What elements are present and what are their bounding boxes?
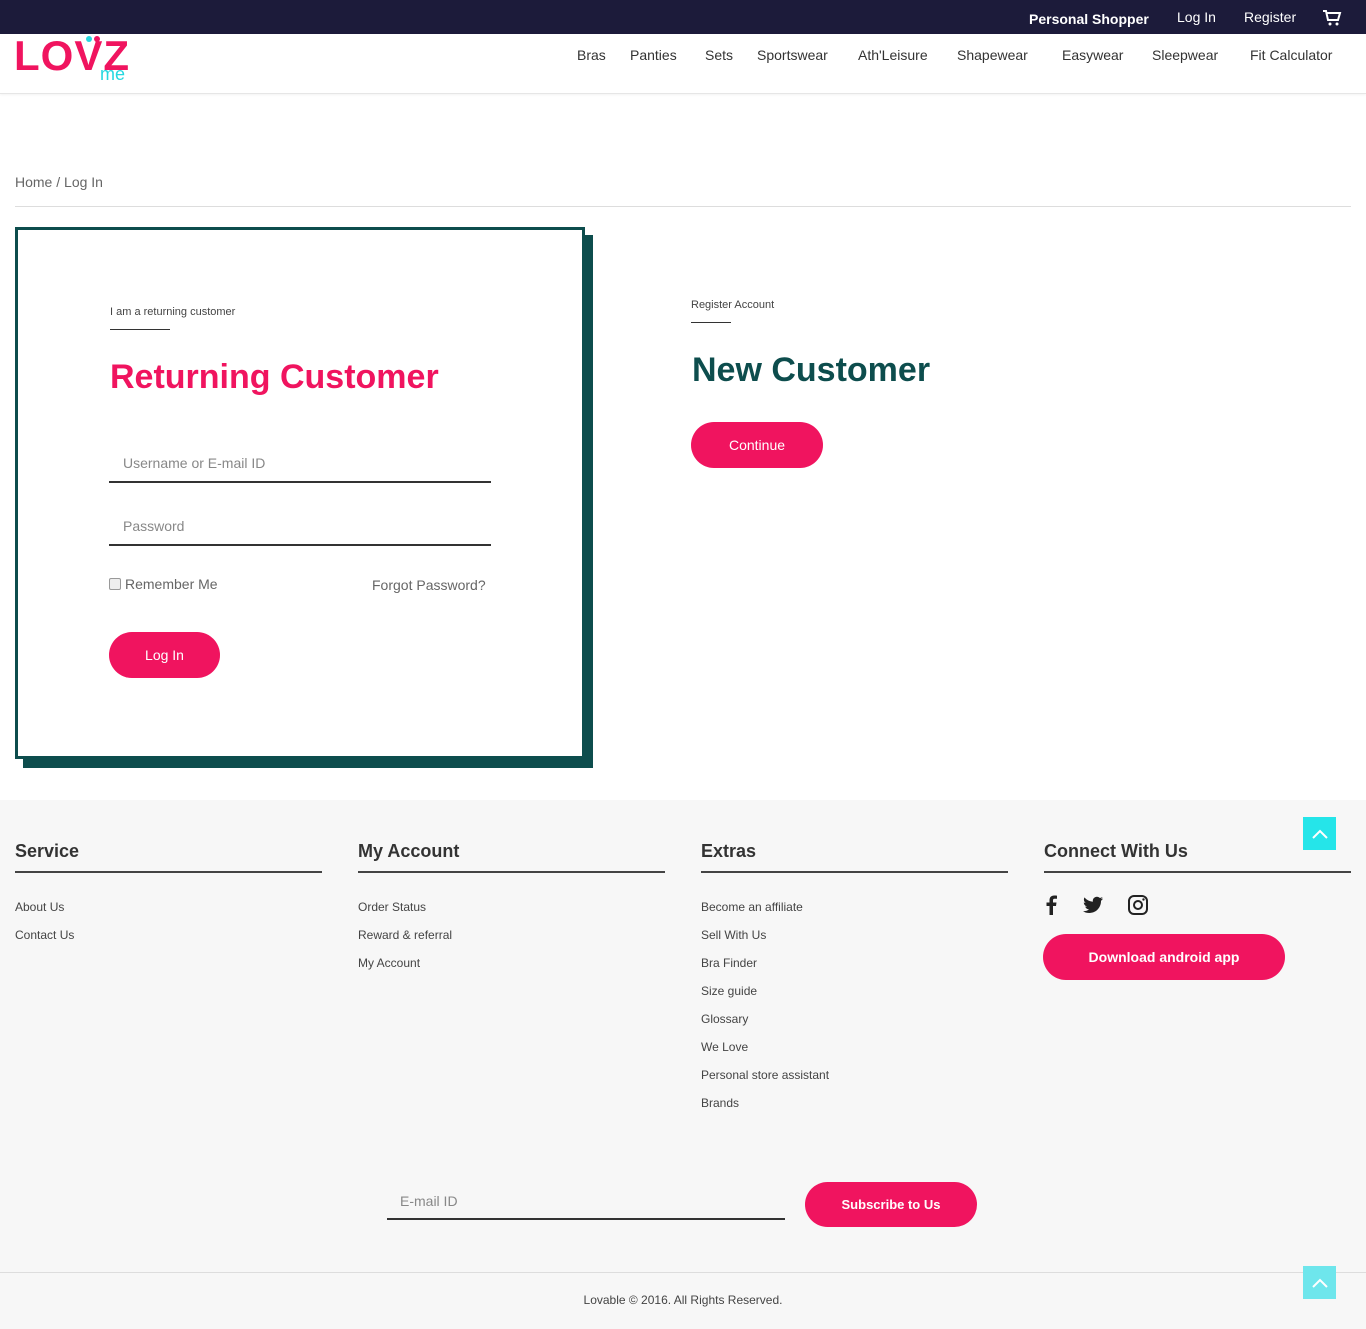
breadcrumb-home[interactable]: Home xyxy=(15,174,52,190)
nav-easywear[interactable]: Easywear xyxy=(1062,47,1123,63)
remember-me-label: Remember Me xyxy=(125,576,218,592)
username-input[interactable] xyxy=(109,445,491,483)
logo-dot-pink xyxy=(94,36,100,42)
breadcrumb-separator: / xyxy=(52,174,65,190)
nav-panties[interactable]: Panties xyxy=(630,47,677,63)
nav-shapewear[interactable]: Shapewear xyxy=(957,47,1028,63)
returning-label: I am a returning customer xyxy=(110,306,236,318)
register-label-underline xyxy=(691,322,731,323)
footer-service-divider xyxy=(15,871,322,873)
scroll-top-button[interactable] xyxy=(1303,817,1336,850)
chevron-up-icon xyxy=(1311,1278,1328,1288)
new-customer-title: New Customer xyxy=(692,351,931,389)
chevron-up-icon xyxy=(1311,829,1328,839)
personal-shopper-link[interactable]: Personal Shopper xyxy=(1029,11,1149,27)
remember-me-checkbox[interactable] xyxy=(109,578,121,590)
footer-contact-link[interactable]: Contact Us xyxy=(15,928,74,942)
logo-dot-cyan xyxy=(86,36,92,42)
breadcrumb: Home / Log In xyxy=(15,174,103,190)
footer-bottom-divider xyxy=(0,1272,1366,1273)
top-login-link[interactable]: Log In xyxy=(1177,9,1216,25)
footer-about-link[interactable]: About Us xyxy=(15,900,64,914)
instagram-icon[interactable] xyxy=(1126,893,1150,917)
login-box xyxy=(15,227,585,759)
footer-account-title: My Account xyxy=(358,841,460,861)
register-label: Register Account xyxy=(691,299,775,311)
footer-store-assistant-link[interactable]: Personal store assistant xyxy=(701,1068,829,1082)
returning-title: Returning Customer xyxy=(110,358,439,396)
footer-bra-finder-link[interactable]: Bra Finder xyxy=(701,956,757,970)
footer-sell-link[interactable]: Sell With Us xyxy=(701,928,766,942)
newsletter-email-input[interactable] xyxy=(387,1184,785,1220)
footer-affiliate-link[interactable]: Become an affiliate xyxy=(701,900,803,914)
nav-bras[interactable]: Bras xyxy=(577,47,606,63)
cart-icon[interactable] xyxy=(1322,9,1342,27)
twitter-icon[interactable] xyxy=(1081,893,1105,917)
footer-glossary-link[interactable]: Glossary xyxy=(701,1012,748,1026)
footer-connect-divider xyxy=(1044,871,1351,873)
breadcrumb-divider xyxy=(15,206,1351,207)
top-bar: Personal Shopper Log In Register xyxy=(0,0,1366,34)
scroll-top-button-bottom[interactable] xyxy=(1303,1266,1336,1299)
footer-order-status-link[interactable]: Order Status xyxy=(358,900,426,914)
footer-account-divider xyxy=(358,871,665,873)
nav-sleepwear[interactable]: Sleepwear xyxy=(1152,47,1218,63)
nav-sportswear[interactable]: Sportswear xyxy=(757,47,828,63)
footer-size-guide-link[interactable]: Size guide xyxy=(701,984,757,998)
forgot-password-link[interactable]: Forgot Password? xyxy=(372,577,486,593)
footer-we-love-link[interactable]: We Love xyxy=(701,1040,748,1054)
returning-label-underline xyxy=(110,329,170,330)
footer-connect-title: Connect With Us xyxy=(1044,841,1188,861)
footer xyxy=(0,800,1366,1329)
footer-my-account-link[interactable]: My Account xyxy=(358,956,420,970)
main-header: LOVZ me Bras Panties Sets Sportswear Ath… xyxy=(0,32,1366,94)
login-button[interactable]: Log In xyxy=(109,632,220,678)
footer-extras-title: Extras xyxy=(701,841,757,861)
remember-me[interactable]: Remember Me xyxy=(109,576,218,592)
footer-reward-link[interactable]: Reward & referral xyxy=(358,928,452,942)
nav-fit-calculator[interactable]: Fit Calculator xyxy=(1250,47,1332,63)
top-register-link[interactable]: Register xyxy=(1244,9,1296,25)
nav-sets[interactable]: Sets xyxy=(705,47,733,63)
password-input[interactable] xyxy=(109,508,491,546)
breadcrumb-current: Log In xyxy=(64,174,103,190)
footer-brands-link[interactable]: Brands xyxy=(701,1096,739,1110)
continue-button[interactable]: Continue xyxy=(691,422,823,468)
logo-sub-text: me xyxy=(100,64,126,84)
footer-extras-divider xyxy=(701,871,1008,873)
footer-service-title: Service xyxy=(15,841,80,861)
nav-athleisure[interactable]: Ath'Leisure xyxy=(858,47,928,63)
facebook-icon[interactable] xyxy=(1040,893,1064,917)
copyright-text: Lovable © 2016. All Rights Reserved. xyxy=(583,1293,783,1307)
site-logo[interactable]: LOVZ me xyxy=(14,32,134,89)
subscribe-button[interactable]: Subscribe to Us xyxy=(805,1182,977,1227)
download-android-button[interactable]: Download android app xyxy=(1043,934,1285,980)
